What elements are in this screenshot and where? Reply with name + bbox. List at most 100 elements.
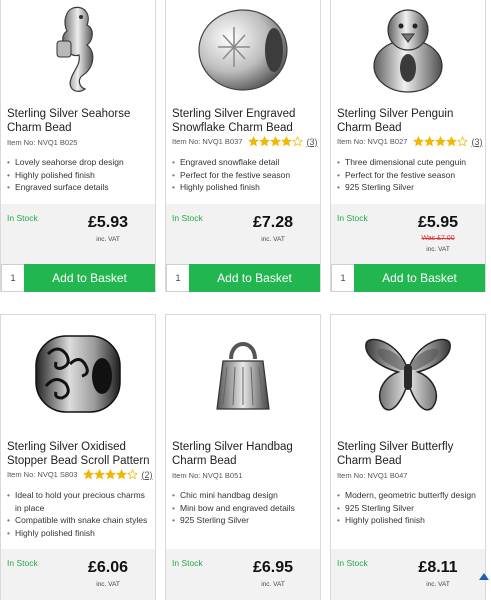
- product-card[interactable]: Sterling Silver Butterfly Charm Bead Ite…: [330, 314, 486, 600]
- product-card[interactable]: Sterling Silver Engraved Snowflake Charm…: [165, 0, 321, 292]
- feature-item: Perfect for the festive season: [172, 169, 318, 182]
- vat-label: inc. VAT: [96, 236, 120, 243]
- seahorse-charm-image[interactable]: [1, 0, 155, 100]
- item-number: Item No: NVQ1 S803: [7, 470, 78, 479]
- product-card[interactable]: Sterling Silver Penguin Charm Bead Item …: [330, 0, 486, 292]
- price-box: In Stock £8.11 inc. VAT: [331, 549, 485, 600]
- price: £5.95: [417, 214, 459, 231]
- star-filled-icon: [446, 136, 458, 147]
- add-to-basket-button[interactable]: Add to Basket: [189, 264, 320, 292]
- star-rating: [83, 469, 139, 480]
- stock-status: In Stock: [172, 213, 203, 223]
- product-title[interactable]: Sterling Silver Butterfly Charm Bead: [337, 440, 481, 468]
- price-box: In Stock £5.95 Was £7.00 inc. VAT: [331, 204, 485, 264]
- add-to-basket-button[interactable]: Add to Basket: [24, 264, 155, 292]
- star-filled-icon: [105, 469, 117, 480]
- handbag-charm-image[interactable]: [166, 329, 320, 419]
- was-price-value: Was £7.00: [421, 235, 455, 242]
- penguin-charm-image[interactable]: [331, 0, 485, 100]
- vat-label: inc. VAT: [96, 581, 120, 588]
- review-count-link[interactable]: (3): [471, 137, 482, 147]
- stock-status: In Stock: [337, 558, 368, 568]
- stopper-bead-image[interactable]: [1, 319, 155, 429]
- feature-item: Modern, geometric butterfly design: [337, 489, 483, 502]
- feature-item: 925 Sterling Silver: [172, 514, 318, 527]
- feature-list: Engraved snowflake detail Perfect for th…: [172, 156, 318, 194]
- item-number: Item No: NVQ1 B051: [172, 471, 243, 480]
- vat-label: inc. VAT: [426, 246, 450, 253]
- feature-item: Three dimensional cute penguin: [337, 156, 483, 169]
- stock-status: In Stock: [7, 213, 38, 223]
- star-empty-icon: [292, 136, 304, 147]
- feature-item: Highly polished finish: [172, 181, 318, 194]
- star-empty-icon: [127, 469, 139, 480]
- star-filled-icon: [83, 469, 95, 480]
- butterfly-charm-image[interactable]: [331, 325, 485, 425]
- feature-list: Three dimensional cute penguin Perfect f…: [337, 156, 483, 194]
- feature-list: Modern, geometric butterfly design 925 S…: [337, 489, 483, 527]
- star-filled-icon: [424, 136, 436, 147]
- feature-list: Lovely seahorse drop design Highly polis…: [7, 156, 153, 194]
- stock-status: In Stock: [337, 213, 368, 223]
- review-count-link[interactable]: (2): [141, 470, 152, 480]
- item-number: Item No: NVQ1 B027: [337, 137, 408, 146]
- product-title[interactable]: Sterling Silver Penguin Charm Bead: [337, 107, 481, 135]
- review-count-link[interactable]: (3): [306, 137, 317, 147]
- vat-label: inc. VAT: [261, 236, 285, 243]
- stock-status: In Stock: [172, 558, 203, 568]
- product-card[interactable]: Sterling Silver Handbag Charm Bead Item …: [165, 314, 321, 600]
- feature-item: Engraved snowflake detail: [172, 156, 318, 169]
- feature-list: Chic mini handbag design Mini bow and en…: [172, 489, 318, 527]
- was-price: Was £7.00: [403, 235, 473, 242]
- star-filled-icon: [259, 136, 271, 147]
- item-number: Item No: NVQ1 B025: [7, 138, 78, 147]
- price: £6.06: [87, 559, 129, 576]
- price: £7.28: [252, 214, 294, 231]
- item-number: Item No: NVQ1 B037: [172, 137, 243, 146]
- quantity-input[interactable]: 1: [1, 264, 24, 292]
- star-rating: [413, 136, 469, 147]
- feature-item: Lovely seahorse drop design: [7, 156, 153, 169]
- star-rating: [248, 136, 304, 147]
- price: £5.93: [87, 214, 129, 231]
- star-filled-icon: [270, 136, 282, 147]
- star-filled-icon: [94, 469, 106, 480]
- vat-label: inc. VAT: [261, 581, 285, 588]
- feature-item: Highly polished finish: [7, 169, 153, 182]
- price-box: In Stock £6.95 inc. VAT: [166, 549, 320, 600]
- feature-list: Ideal to hold your precious charms in pl…: [7, 489, 153, 539]
- price-box: In Stock £6.06 inc. VAT: [1, 549, 155, 600]
- feature-item: Highly polished finish: [337, 514, 483, 527]
- product-card[interactable]: Sterling Silver Oxidised Stopper Bead Sc…: [0, 314, 156, 600]
- add-to-basket-button[interactable]: Add to Basket: [354, 264, 485, 292]
- star-filled-icon: [281, 136, 293, 147]
- star-empty-icon: [457, 136, 469, 147]
- feature-item: Perfect for the festive season: [337, 169, 483, 182]
- product-title[interactable]: Sterling Silver Oxidised Stopper Bead Sc…: [7, 440, 151, 468]
- product-card[interactable]: Sterling Silver Seahorse Charm Bead Item…: [0, 0, 156, 292]
- product-title[interactable]: Sterling Silver Handbag Charm Bead: [172, 440, 316, 468]
- product-title[interactable]: Sterling Silver Seahorse Charm Bead: [7, 107, 151, 135]
- feature-item: Engraved surface details: [7, 181, 153, 194]
- price: £8.11: [418, 559, 458, 576]
- quantity-input[interactable]: 1: [166, 264, 189, 292]
- feature-item: Ideal to hold your precious charms in pl…: [7, 489, 153, 514]
- feature-item: Highly polished finish: [7, 527, 153, 540]
- star-filled-icon: [435, 136, 447, 147]
- star-filled-icon: [116, 469, 128, 480]
- star-filled-icon: [413, 136, 425, 147]
- star-filled-icon: [248, 136, 260, 147]
- vat-label: inc. VAT: [426, 581, 450, 588]
- feature-item: Compatible with snake chain styles: [7, 514, 153, 527]
- feature-item: 925 Sterling Silver: [337, 502, 483, 515]
- snowflake-charm-image[interactable]: [166, 0, 320, 100]
- price: £6.95: [252, 559, 294, 576]
- stock-status: In Stock: [7, 558, 38, 568]
- scroll-to-top-icon[interactable]: [479, 573, 489, 580]
- price-box: In Stock £7.28 inc. VAT: [166, 204, 320, 264]
- product-title[interactable]: Sterling Silver Engraved Snowflake Charm…: [172, 107, 316, 135]
- feature-item: Mini bow and engraved details: [172, 502, 318, 515]
- quantity-input[interactable]: 1: [331, 264, 354, 292]
- price-box: In Stock £5.93 inc. VAT: [1, 204, 155, 264]
- item-number: Item No: NVQ1 B047: [337, 471, 408, 480]
